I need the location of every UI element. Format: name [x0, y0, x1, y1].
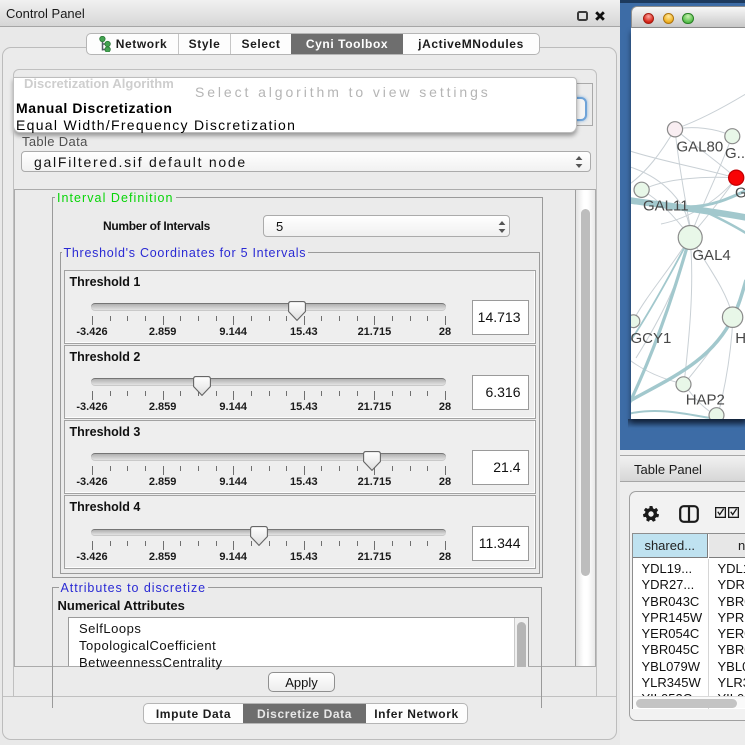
- svg-text:H: H: [735, 330, 745, 347]
- svg-text:GCY1: GCY1: [631, 330, 671, 347]
- svg-text:GAL4: GAL4: [692, 247, 730, 264]
- svg-text:HAP2: HAP2: [686, 392, 725, 409]
- svg-text:GAL11: GAL11: [643, 198, 689, 215]
- svg-text:G: G: [735, 185, 745, 202]
- svg-text:GAL80: GAL80: [677, 139, 724, 156]
- svg-text:G..: G..: [725, 145, 745, 162]
